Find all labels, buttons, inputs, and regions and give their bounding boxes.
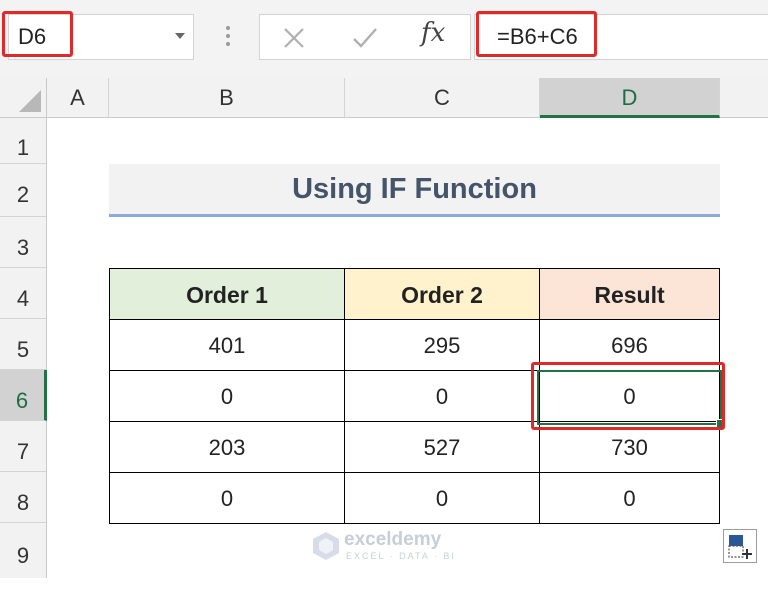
row-header-7[interactable]: 7 [0, 421, 47, 472]
active-cell-highlight [531, 362, 725, 430]
name-box-highlight [2, 11, 73, 57]
header-order-2[interactable]: Order 2 [345, 268, 540, 320]
insert-function-icon[interactable]: fx [421, 18, 445, 48]
row-header-1[interactable]: 1 [0, 118, 47, 164]
formula-bar: D6 fx =B6+C6 [0, 0, 768, 78]
column-header-b[interactable]: B [109, 78, 345, 118]
cell-c6[interactable]: 0 [345, 371, 540, 422]
exceldemy-logo-icon [313, 532, 339, 560]
drag-handle-icon[interactable] [226, 26, 230, 50]
checkmark-icon[interactable] [352, 26, 378, 50]
formula-highlight [476, 11, 597, 57]
paste-options-button[interactable] [723, 529, 757, 563]
cell-c5[interactable]: 295 [345, 320, 540, 371]
header-order-1[interactable]: Order 1 [109, 268, 345, 320]
cell-c7[interactable]: 527 [345, 422, 540, 473]
cell-b6[interactable]: 0 [109, 371, 345, 422]
close-icon[interactable] [282, 26, 306, 50]
header-result[interactable]: Result [540, 268, 720, 320]
row-header-5[interactable]: 5 [0, 319, 47, 370]
row-header-8[interactable]: 8 [0, 472, 47, 523]
cell-b5[interactable]: 401 [109, 320, 345, 371]
cell-b8[interactable]: 0 [109, 473, 345, 524]
formula-controls: fx [259, 14, 471, 60]
watermark-brand: exceldemy [344, 529, 442, 550]
column-header-c[interactable]: C [345, 78, 540, 118]
row-header-9[interactable]: 9 [0, 523, 47, 578]
cell-b7[interactable]: 203 [109, 422, 345, 473]
cell-d8[interactable]: 0 [540, 473, 720, 524]
watermark-tagline: EXCEL · DATA · BI [346, 551, 456, 561]
row-header-2[interactable]: 2 [0, 164, 47, 217]
row-header-3[interactable]: 3 [0, 217, 47, 268]
chevron-down-icon[interactable] [175, 33, 185, 39]
cell-c8[interactable]: 0 [345, 473, 540, 524]
row-header-6[interactable]: 6 [0, 370, 47, 421]
row-header-4[interactable]: 4 [0, 268, 47, 319]
column-header-d[interactable]: D [540, 78, 720, 118]
select-all-button[interactable] [0, 78, 47, 118]
sheet-title[interactable]: Using IF Function [109, 164, 720, 217]
column-header-e[interactable] [720, 78, 768, 118]
paste-options-icon [728, 535, 752, 559]
column-header-a[interactable]: A [47, 78, 109, 118]
